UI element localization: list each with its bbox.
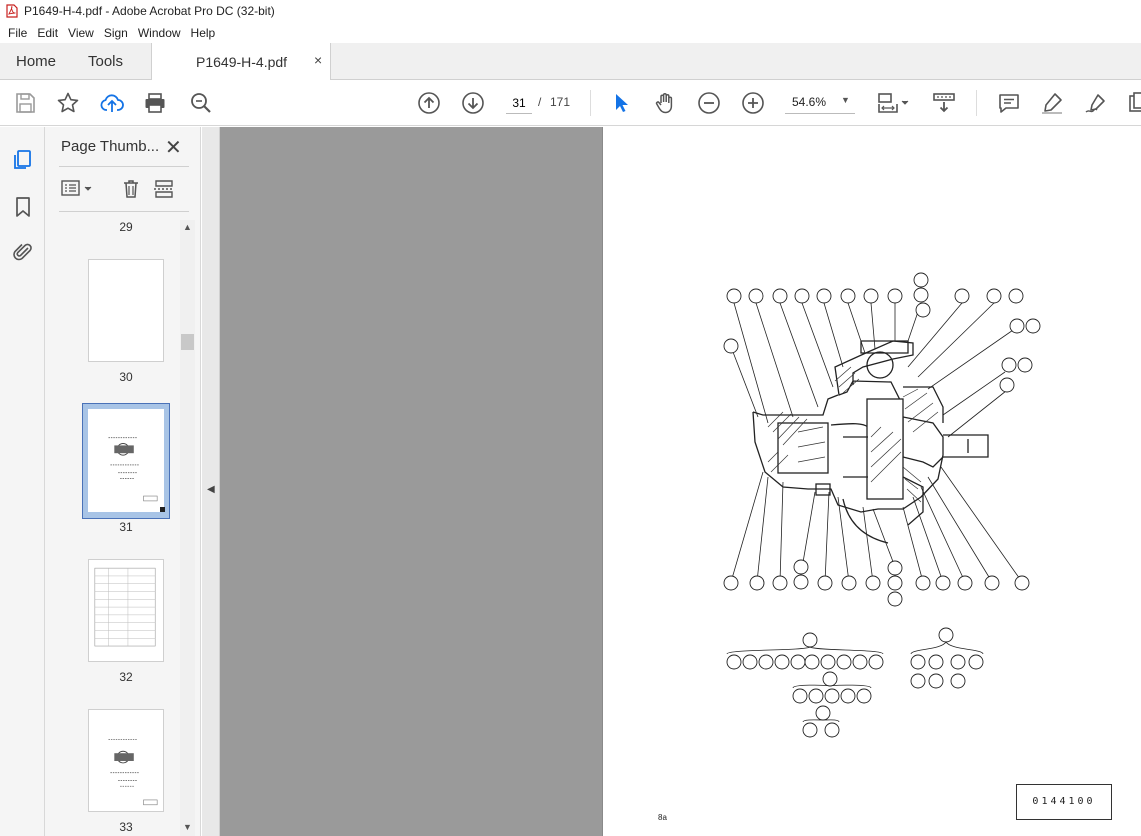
page-number-input[interactable] (506, 92, 532, 114)
menu-view[interactable]: View (63, 26, 99, 40)
thumbnail-drawing-preview (108, 437, 158, 502)
pdf-file-icon (6, 4, 18, 18)
menu-edit[interactable]: Edit (32, 26, 63, 40)
extract-pages-icon[interactable] (154, 179, 176, 202)
panel-title: Page Thumb... (61, 138, 160, 155)
page-fit-icon[interactable] (876, 91, 912, 115)
tab-close-button[interactable]: × (314, 52, 322, 68)
page-total: 171 (550, 95, 571, 109)
more-tools-icon[interactable] (1126, 91, 1141, 115)
hand-icon[interactable] (653, 91, 677, 115)
menu-help[interactable]: Help (186, 26, 221, 40)
scrollbar-thumb[interactable] (181, 334, 194, 350)
drawing-code-box: 0144100 (1016, 784, 1112, 820)
page-down-icon[interactable] (461, 91, 485, 115)
panel-divider (59, 166, 189, 167)
select-arrow-icon[interactable] (609, 91, 633, 115)
print-icon[interactable] (143, 91, 167, 115)
chevron-left-icon: ◀ (207, 484, 215, 495)
menu-sign[interactable]: Sign (99, 26, 133, 40)
panel-collapse-handle[interactable]: ◀ (202, 127, 220, 836)
thumbnail-label: 29 (119, 220, 133, 234)
zoom-level-select[interactable]: 54.6% ▼ (785, 92, 855, 114)
tab-bar: Home Tools P1649-H-4.pdf × (0, 43, 1141, 80)
thumbnail-label: 33 (119, 820, 133, 834)
star-icon[interactable] (56, 91, 80, 115)
comment-icon[interactable] (997, 91, 1021, 115)
save-icon[interactable] (13, 91, 37, 115)
main-toolbar: / 171 54.6% ▼ (0, 80, 1141, 126)
thumbnail-label: 31 (119, 520, 133, 534)
menu-file[interactable]: File (3, 26, 32, 40)
page-up-icon[interactable] (417, 91, 441, 115)
page-thumbnails-icon[interactable] (11, 148, 35, 172)
sign-icon[interactable] (1084, 91, 1108, 115)
thumbnail-page-33[interactable] (88, 709, 164, 812)
panel-divider (59, 211, 189, 212)
scroll-mode-icon[interactable] (932, 91, 956, 115)
highlight-icon[interactable] (1040, 91, 1064, 115)
page-number-label: 8a (658, 813, 667, 822)
panel-close-button[interactable]: ✕ (165, 135, 182, 160)
scroll-up-icon[interactable]: ▲ (183, 222, 192, 232)
thumbnail-label: 32 (119, 670, 133, 684)
bookmark-icon[interactable] (11, 195, 35, 219)
menu-window[interactable]: Window (133, 26, 186, 40)
assembly-drawing (723, 272, 1041, 738)
toolbar-divider (590, 90, 591, 116)
attachment-icon[interactable] (11, 240, 35, 264)
thumbnail-page-32[interactable] (88, 559, 164, 662)
page-separator: / (538, 95, 542, 109)
chevron-down-icon: ▼ (841, 95, 850, 105)
options-menu-icon[interactable] (61, 179, 93, 200)
pdf-page[interactable]: 0144100 8a (602, 127, 1141, 836)
left-navigation-rail (0, 127, 45, 836)
page-thumbnails-panel: Page Thumb... ✕ 29 30 31 32 33 ▲ ▼ (45, 127, 201, 836)
thumbnail-drawing-preview (108, 739, 158, 806)
thumbnail-page-31[interactable] (88, 409, 164, 512)
thumbnail-page-30[interactable] (88, 259, 164, 362)
tab-home[interactable]: Home (16, 53, 56, 70)
toolbar-divider (976, 90, 977, 116)
tab-document[interactable]: P1649-H-4.pdf × (151, 43, 331, 80)
zoom-search-icon[interactable] (189, 91, 213, 115)
scroll-down-icon[interactable]: ▼ (183, 822, 192, 832)
window-title: P1649-H-4.pdf - Adobe Acrobat Pro DC (32… (24, 4, 275, 18)
upload-cloud-icon[interactable] (100, 91, 124, 115)
menu-bar: File Edit View Sign Window Help (0, 22, 1141, 43)
thumbnail-scrollbar[interactable]: ▲ ▼ (180, 220, 195, 836)
thumbnail-resize-handle[interactable] (160, 507, 165, 512)
title-bar: P1649-H-4.pdf - Adobe Acrobat Pro DC (32… (0, 0, 1141, 22)
zoom-out-icon[interactable] (697, 91, 721, 115)
delete-icon[interactable] (121, 179, 141, 202)
tab-tools[interactable]: Tools (88, 53, 123, 70)
thumbnail-table-preview (94, 567, 156, 647)
tab-document-label: P1649-H-4.pdf (196, 54, 288, 70)
thumbnail-label: 30 (119, 370, 133, 384)
zoom-in-icon[interactable] (741, 91, 765, 115)
zoom-level-value: 54.6% (792, 95, 827, 109)
